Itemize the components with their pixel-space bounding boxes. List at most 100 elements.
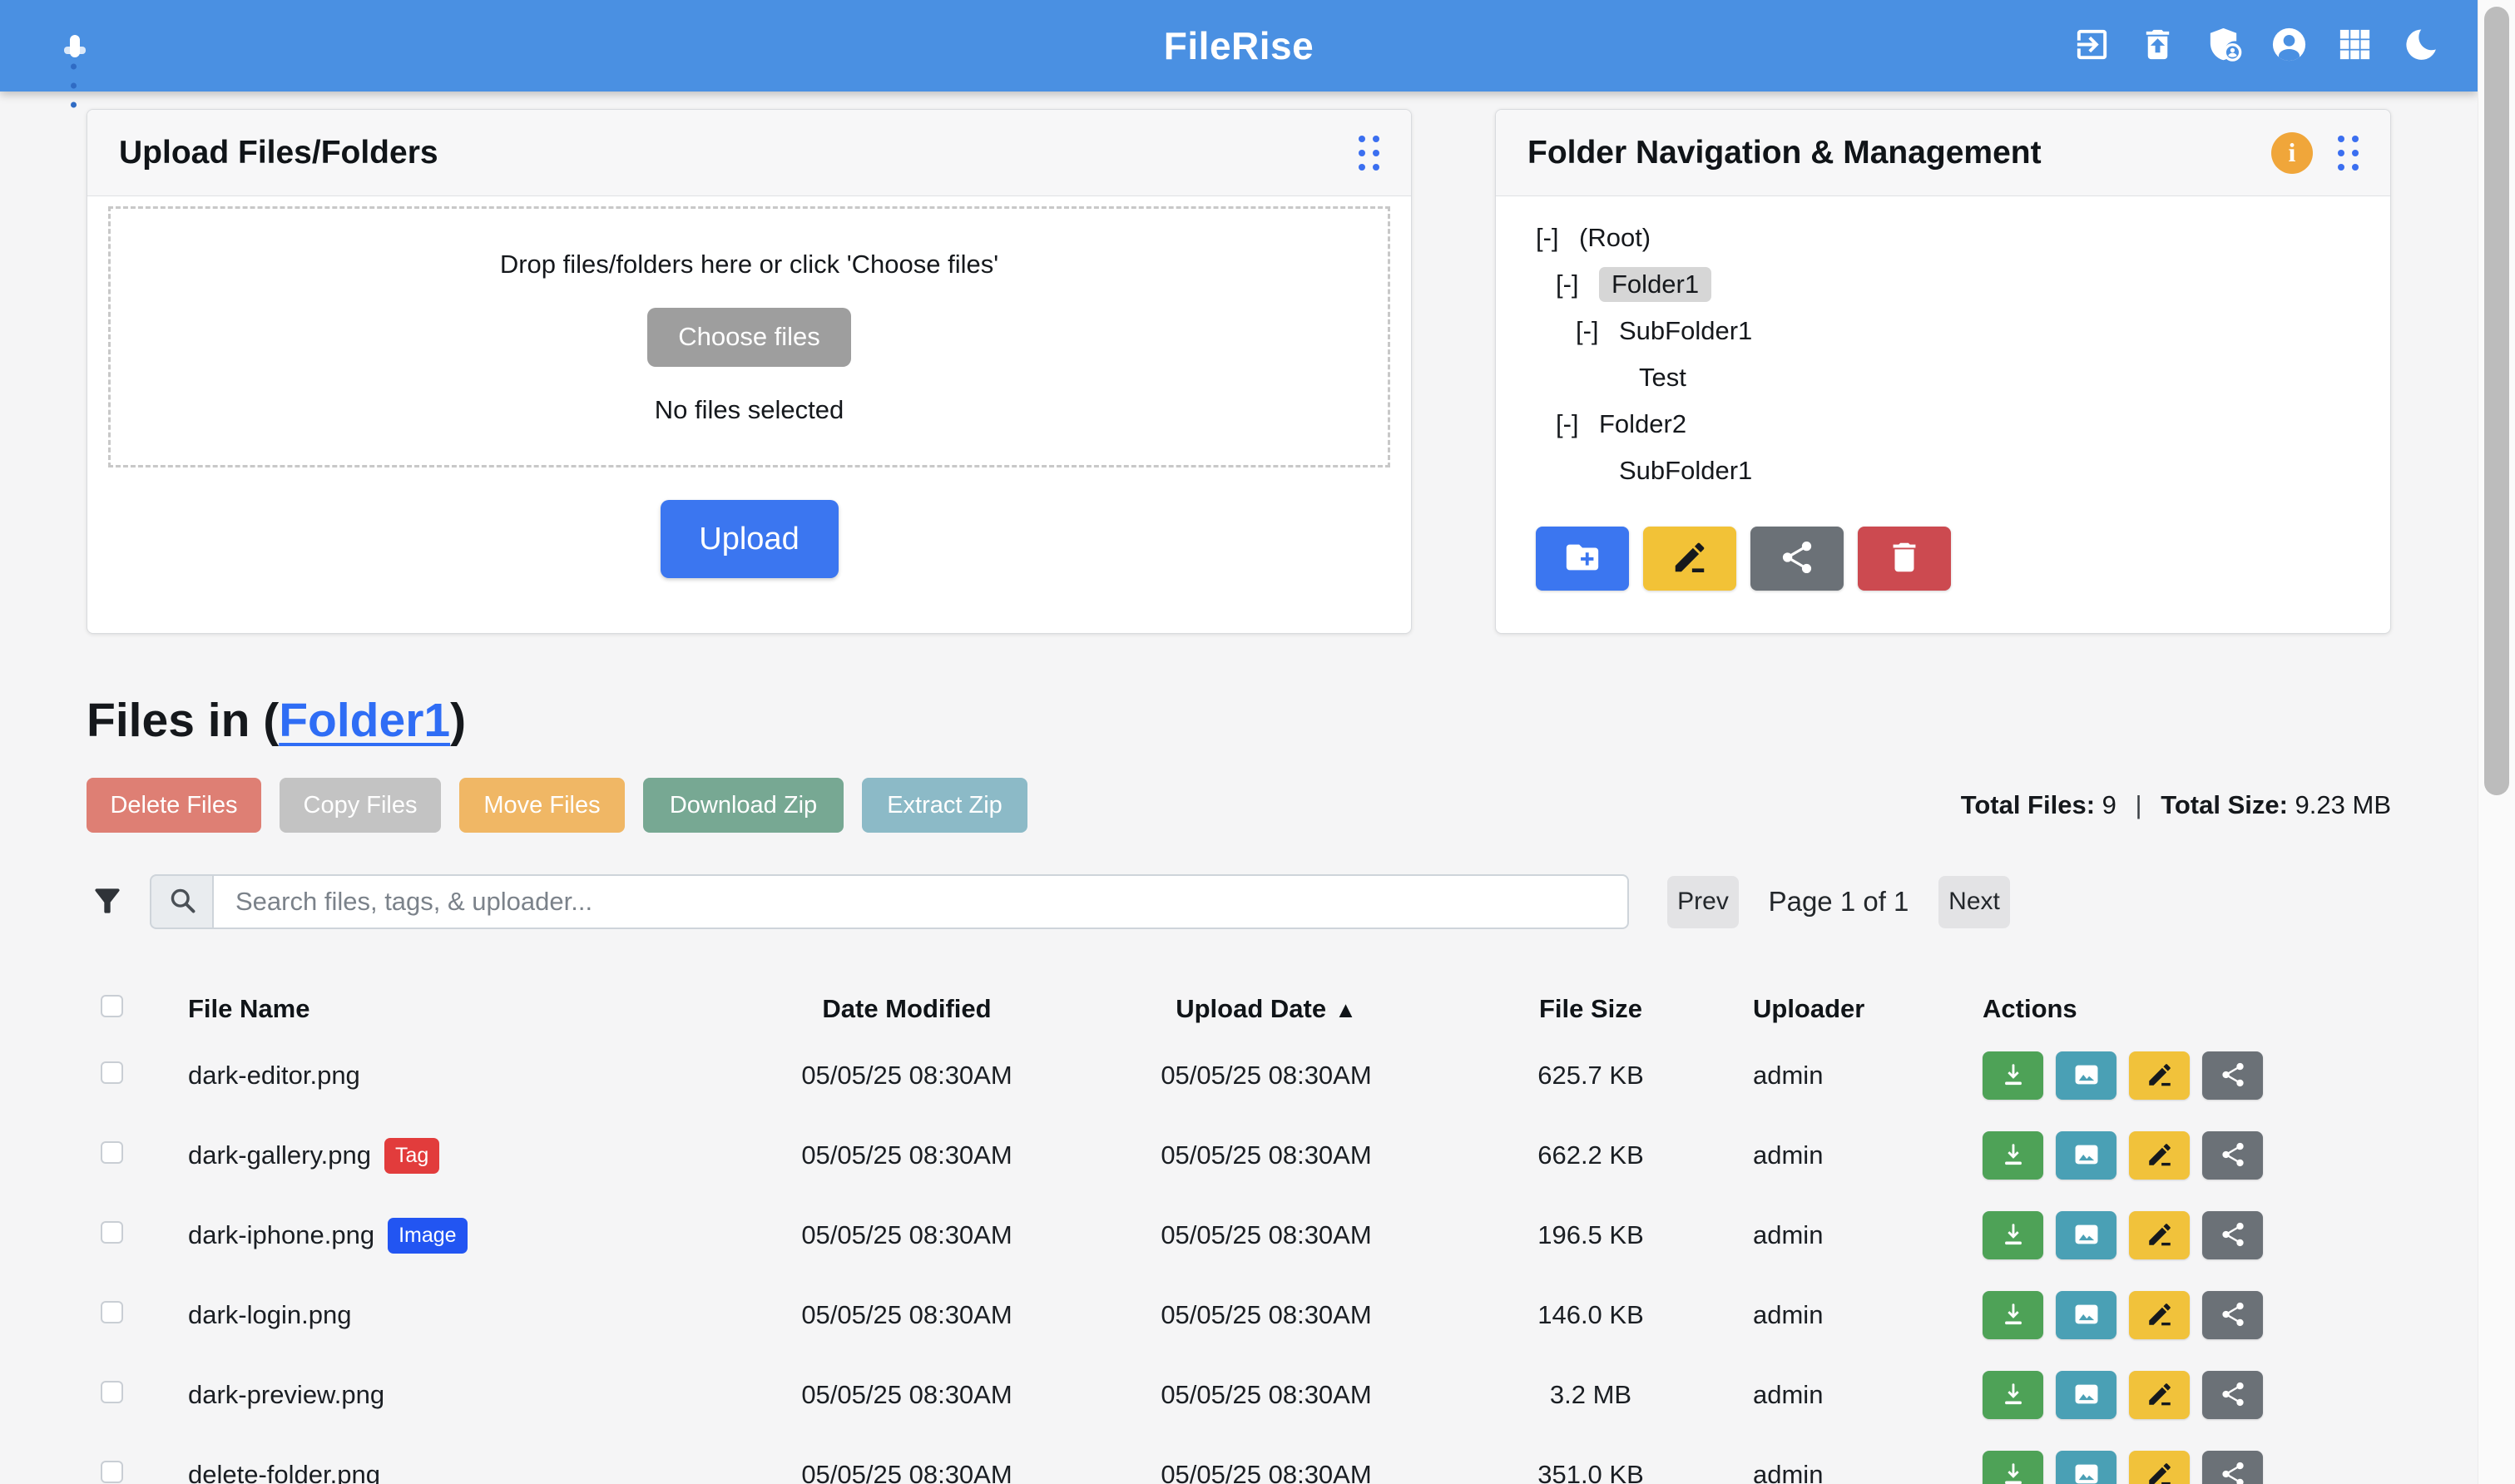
file-name[interactable]: dark-login.png xyxy=(188,1300,351,1330)
tree-toggle[interactable]: [-] xyxy=(1576,316,1619,346)
tree-item-subfolder1[interactable]: [-] SubFolder1 xyxy=(1536,308,2390,354)
tag-badge[interactable]: Tag xyxy=(384,1138,439,1174)
share-file-button[interactable] xyxy=(2202,1291,2263,1339)
tree-toggle[interactable]: [-] xyxy=(1556,409,1599,439)
table-row: dark-iphone.pngImage 05/05/25 08:30AM 05… xyxy=(87,1195,2391,1275)
preview-image-button[interactable] xyxy=(2056,1051,2116,1100)
current-folder-link[interactable]: Folder1 xyxy=(279,694,450,747)
tree-item-subfolder1-2[interactable]: SubFolder1 xyxy=(1536,448,2390,494)
download-file-button[interactable] xyxy=(1983,1291,2043,1339)
tree-toggle[interactable]: [-] xyxy=(1556,270,1599,299)
rename-file-button[interactable] xyxy=(2129,1051,2190,1100)
download-zip-button[interactable]: Download Zip xyxy=(643,778,844,833)
tree-label[interactable]: Test xyxy=(1639,363,1686,393)
preview-image-button[interactable] xyxy=(2056,1371,2116,1419)
tree-item-test[interactable]: Test xyxy=(1536,354,2390,401)
search-input[interactable] xyxy=(212,874,1629,929)
file-name[interactable]: dark-iphone.png xyxy=(188,1220,374,1250)
tree-item-folder2[interactable]: [-] Folder2 xyxy=(1536,401,2390,448)
tree-label[interactable]: SubFolder1 xyxy=(1619,316,1752,346)
drag-handle-icon[interactable] xyxy=(2338,136,2359,171)
move-files-button[interactable]: Move Files xyxy=(459,778,625,833)
table-row: dark-gallery.pngTag 05/05/25 08:30AM 05/… xyxy=(87,1115,2391,1195)
admin-panel-button[interactable] xyxy=(2202,25,2244,67)
rename-file-button[interactable] xyxy=(2129,1371,2190,1419)
col-date-modified[interactable]: Date Modified xyxy=(719,994,1095,1024)
share-file-button[interactable] xyxy=(2202,1051,2263,1100)
file-dropzone[interactable]: Drop files/folders here or click 'Choose… xyxy=(108,206,1390,467)
col-file-size[interactable]: File Size xyxy=(1438,994,1744,1024)
tree-item-folder1[interactable]: [-] Folder1 xyxy=(1536,261,2390,308)
logout-icon xyxy=(2072,25,2112,67)
app-logo-menu-button[interactable] xyxy=(37,9,113,82)
row-checkbox[interactable] xyxy=(101,1461,123,1483)
dark-mode-toggle[interactable] xyxy=(2399,25,2441,67)
tree-label[interactable]: Folder2 xyxy=(1599,409,1686,439)
rename-file-button[interactable] xyxy=(2129,1211,2190,1259)
delete-files-button[interactable]: Delete Files xyxy=(87,778,261,833)
total-files-value: 9 xyxy=(2102,790,2116,819)
tree-item-root[interactable]: [-] (Root) xyxy=(1536,215,2390,261)
share-file-button[interactable] xyxy=(2202,1211,2263,1259)
row-checkbox[interactable] xyxy=(101,1061,123,1084)
file-name[interactable]: dark-preview.png xyxy=(188,1380,384,1410)
top-bar: FileRise xyxy=(0,0,2478,92)
tree-toggle[interactable]: [-] xyxy=(1536,223,1579,253)
choose-files-button[interactable]: Choose files xyxy=(647,308,851,367)
rename-file-button[interactable] xyxy=(2129,1131,2190,1180)
row-checkbox[interactable] xyxy=(101,1221,123,1244)
tree-label[interactable]: (Root) xyxy=(1579,223,1651,253)
extract-zip-button[interactable]: Extract Zip xyxy=(862,778,1027,833)
search-addon xyxy=(150,874,212,929)
tree-label[interactable]: SubFolder1 xyxy=(1619,456,1752,486)
file-name[interactable]: delete-folder.png xyxy=(188,1460,380,1484)
rename-file-button[interactable] xyxy=(2129,1451,2190,1484)
download-file-button[interactable] xyxy=(1983,1051,2043,1100)
preview-image-button[interactable] xyxy=(2056,1451,2116,1484)
row-checkbox[interactable] xyxy=(101,1301,123,1323)
restore-trash-button[interactable] xyxy=(2136,25,2178,67)
scrollbar-thumb[interactable] xyxy=(2484,7,2509,795)
drag-handle-icon[interactable] xyxy=(1359,136,1379,171)
create-folder-button[interactable] xyxy=(1536,527,1629,591)
copy-files-button[interactable]: Copy Files xyxy=(280,778,441,833)
image-icon xyxy=(2072,1380,2101,1411)
file-size: 351.0 KB xyxy=(1438,1460,1744,1484)
folder-help-button[interactable]: i xyxy=(2271,132,2313,174)
filter-button[interactable] xyxy=(87,879,128,924)
preview-image-button[interactable] xyxy=(2056,1131,2116,1180)
apps-grid-button[interactable] xyxy=(2334,25,2375,67)
share-file-button[interactable] xyxy=(2202,1451,2263,1484)
rename-file-button[interactable] xyxy=(2129,1291,2190,1339)
image-badge[interactable]: Image xyxy=(388,1218,467,1254)
file-name[interactable]: dark-gallery.png xyxy=(188,1140,371,1170)
rename-folder-button[interactable] xyxy=(1643,527,1736,591)
share-file-button[interactable] xyxy=(2202,1131,2263,1180)
col-uploader[interactable]: Uploader xyxy=(1744,994,1973,1024)
share-folder-button[interactable] xyxy=(1750,527,1844,591)
col-upload-date[interactable]: Upload Date▲ xyxy=(1095,994,1438,1024)
col-file-name[interactable]: File Name xyxy=(186,994,719,1024)
download-file-button[interactable] xyxy=(1983,1131,2043,1180)
tree-label-selected[interactable]: Folder1 xyxy=(1599,267,1711,302)
share-file-button[interactable] xyxy=(2202,1371,2263,1419)
row-checkbox[interactable] xyxy=(101,1381,123,1403)
download-file-button[interactable] xyxy=(1983,1451,2043,1484)
next-page-button[interactable]: Next xyxy=(1938,876,2010,928)
download-file-button[interactable] xyxy=(1983,1211,2043,1259)
page-scrollbar[interactable] xyxy=(2478,0,2515,1484)
preview-image-button[interactable] xyxy=(2056,1291,2116,1339)
select-all-checkbox[interactable] xyxy=(101,995,123,1017)
preview-image-button[interactable] xyxy=(2056,1211,2116,1259)
logout-button[interactable] xyxy=(2071,25,2112,67)
delete-folder-button[interactable] xyxy=(1858,527,1951,591)
download-file-button[interactable] xyxy=(1983,1371,2043,1419)
row-checkbox[interactable] xyxy=(101,1141,123,1164)
file-name[interactable]: dark-editor.png xyxy=(188,1061,360,1091)
rename-pencil-icon xyxy=(1671,538,1709,579)
user-profile-button[interactable] xyxy=(2268,25,2310,67)
prev-page-button[interactable]: Prev xyxy=(1667,876,1739,928)
upload-button[interactable]: Upload xyxy=(661,500,839,578)
restore-trash-icon xyxy=(2138,25,2177,67)
info-icon: i xyxy=(2289,137,2296,168)
